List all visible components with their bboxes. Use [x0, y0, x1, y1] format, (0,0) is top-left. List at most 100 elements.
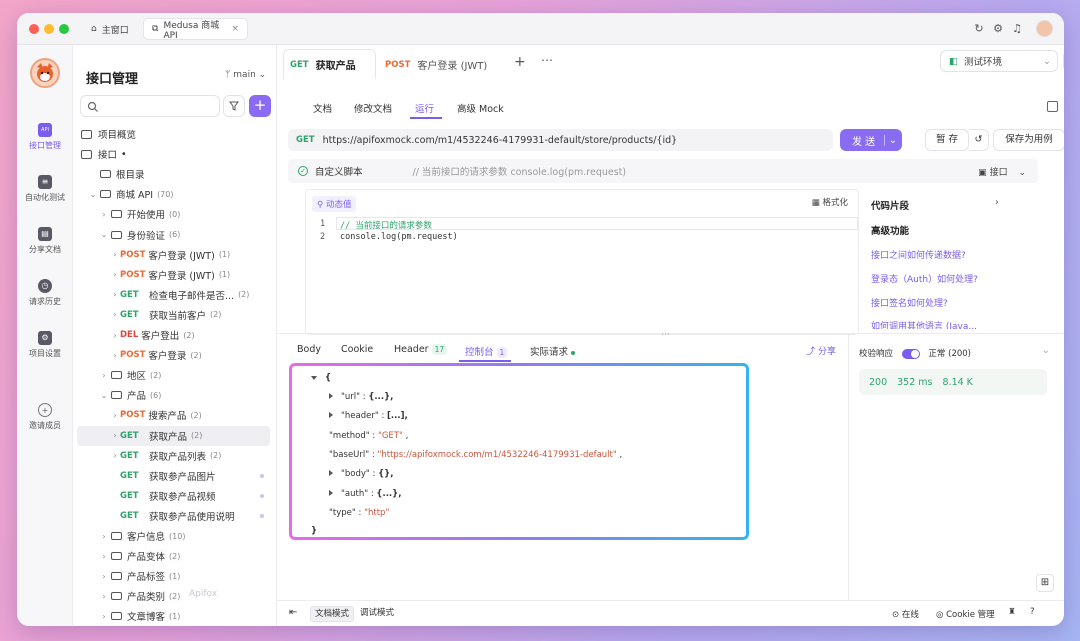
tree-api-item[interactable]: › GET 获取产品 (2) [77, 425, 270, 446]
tree-folder[interactable]: 根目录 [77, 164, 270, 184]
interface-scope[interactable]: ▣ 接口 ⌄ [978, 165, 1026, 178]
filter-button[interactable] [223, 95, 245, 117]
send-dropdown-icon[interactable]: ⌄ [883, 134, 897, 146]
tab-main-window[interactable]: ⌂ 主窗口 [83, 18, 137, 40]
json-node[interactable]: "url" : {...}, [329, 392, 393, 402]
tree-item[interactable]: 项目概览 [77, 124, 270, 144]
tab-run[interactable]: 运行 [415, 101, 434, 115]
doc-mode-button[interactable]: 文档模式 [310, 606, 355, 622]
tab-edit-docs[interactable]: 修改文档 [354, 101, 392, 115]
more-tabs-icon[interactable]: ⋯ [541, 53, 553, 67]
debug-mode-button[interactable]: 调试模式 [356, 606, 398, 622]
custom-script-header[interactable]: ✓ 自定义脚本 // 当前接口的请求参数 console.log(pm.requ… [288, 159, 1038, 183]
chevron-down-icon[interactable]: ⌄ [99, 391, 109, 400]
menu-icon[interactable]: ≡ [1063, 50, 1064, 72]
tree-folder[interactable]: ⌄ 身份验证 (6) [77, 225, 270, 245]
rail-item-automation[interactable]: ≡ 自动化测试 [17, 175, 73, 203]
rail-item-share-doc[interactable]: ▤ 分享文档 [17, 227, 73, 255]
tab-body[interactable]: Body [297, 344, 321, 355]
add-button[interactable]: + [249, 95, 271, 117]
tree-folder[interactable]: › 开始使用 (0) [77, 204, 270, 224]
chevron-down-icon[interactable]: ⌄ [1042, 345, 1050, 356]
tab-docs[interactable]: 文档 [313, 101, 332, 115]
rail-item-history[interactable]: ◷ 请求历史 [17, 279, 73, 307]
chevron-right-icon[interactable]: › [99, 552, 109, 561]
share-button[interactable]: ⤴ 分享 [806, 344, 836, 357]
tree-folder[interactable]: ⌄ 产品 (6) [77, 385, 270, 405]
tree-folder[interactable]: › 文章博客 (1) [77, 606, 270, 626]
online-status[interactable]: ⊙ 在线 [892, 608, 919, 620]
chevron-right-icon[interactable]: › [99, 592, 109, 601]
tree-folder[interactable]: › 产品类别 (2) [77, 586, 270, 606]
close-tab-icon[interactable]: × [231, 24, 239, 34]
expand-icon[interactable] [329, 490, 333, 496]
save-as-case-button[interactable]: 保存为用例 [993, 129, 1064, 151]
collapse-sidebar-icon[interactable]: ⇤ [289, 607, 297, 618]
cookie-manager-button[interactable]: ◎ Cookie 管理 [936, 608, 995, 620]
tree-folder[interactable]: › 产品标签 (1) [77, 566, 270, 586]
tree-api-item[interactable]: GET 获取参产品使用说明 [77, 506, 270, 526]
collapse-icon[interactable] [311, 376, 317, 380]
tree-api-item[interactable]: › POST 客户登录 (2) [77, 345, 270, 365]
close-window-button[interactable] [29, 24, 39, 34]
chevron-right-icon[interactable]: › [99, 612, 109, 621]
chevron-right-icon[interactable]: › [110, 290, 120, 299]
chevron-down-icon[interactable]: ⌄ [88, 190, 98, 199]
layout-icon[interactable]: ⊞ [1036, 574, 1054, 592]
layout-toggle-icon[interactable] [1047, 101, 1058, 112]
json-node[interactable]: "auth" : {...}, [329, 489, 401, 499]
tab-actual-request[interactable]: 实际请求 [530, 344, 576, 358]
shirt-icon[interactable]: ♜ [1008, 607, 1016, 617]
chevron-right-icon[interactable]: › [110, 451, 120, 460]
tree-folder[interactable]: › 地区 (2) [77, 365, 270, 385]
chevron-right-icon[interactable]: › [99, 532, 109, 541]
tree-api-item[interactable]: › POST 客户登录 (JWT) (1) [77, 245, 270, 265]
chevron-right-icon[interactable]: › [99, 572, 109, 581]
refresh-icon[interactable]: ↻ [972, 22, 986, 36]
chevron-right-icon[interactable]: › [110, 310, 120, 319]
environment-select[interactable]: ◧ 测试环境 ⌄ [940, 50, 1058, 72]
chevron-right-icon[interactable]: › [99, 371, 109, 380]
rail-item-invite[interactable]: + 邀请成员 [17, 403, 73, 431]
send-button[interactable]: 发 送 ⌄ [840, 129, 902, 151]
chevron-right-icon[interactable]: › [110, 250, 120, 259]
gear-icon[interactable]: ⚙ [991, 22, 1005, 36]
chevron-right-icon[interactable]: › [110, 431, 120, 440]
tree-api-item[interactable]: › POST 搜索产品 (2) [77, 405, 270, 425]
expand-icon[interactable] [329, 393, 333, 399]
tree-folder[interactable]: › 产品变体 (2) [77, 546, 270, 566]
json-node[interactable]: "header" : [...], [329, 411, 408, 421]
tab-cookie[interactable]: Cookie [341, 344, 373, 355]
chevron-right-icon[interactable]: › [995, 197, 999, 208]
bell-icon[interactable]: ♫ [1010, 22, 1024, 36]
tree-api-item[interactable]: › GET 获取产品列表 (2) [77, 446, 270, 466]
dynamic-value-button[interactable]: ⚲ 动态值 [312, 196, 357, 212]
branch-selector[interactable]: ᛘ main ⌄ [225, 70, 266, 80]
tree-api-item[interactable]: › POST 客户登录 (JWT) (1) [77, 265, 270, 285]
help-link[interactable]: 如何调用其他语言 (Java... [871, 319, 977, 329]
search-input[interactable] [80, 95, 220, 117]
snippets-heading[interactable]: 代码片段 [871, 198, 909, 212]
tree-api-item[interactable]: › GET 检查电子邮件是否... (2) [77, 285, 270, 305]
request-tab-get-product[interactable]: GET 获取产品 [290, 57, 356, 73]
reset-icon[interactable]: ↺ [969, 129, 989, 151]
chevron-right-icon[interactable]: › [110, 351, 120, 360]
tree-folder[interactable]: ⌄ 商城 API (70) [77, 184, 270, 204]
rail-item-settings[interactable]: ⚙ 项目设置 [17, 331, 73, 359]
tab-advanced-mock[interactable]: 高级 Mock [457, 101, 504, 115]
chevron-right-icon[interactable]: › [110, 270, 120, 279]
maximize-window-button[interactable] [59, 24, 69, 34]
minimize-window-button[interactable] [44, 24, 54, 34]
tree-api-item[interactable]: GET 获取参产品图片 [77, 466, 270, 486]
code-editor[interactable]: ⚲ 动态值 ▦ 格式化 1 // 当前接口的请求参数 2 console.log… [305, 189, 859, 335]
json-node[interactable]: "body" : {}, [329, 469, 393, 479]
help-link[interactable]: 登录态（Auth）如何处理? [871, 272, 978, 285]
resize-handle[interactable]: ⋯ [661, 330, 670, 340]
tree-folder[interactable]: › 客户信息 (10) [77, 526, 270, 546]
chevron-down-icon[interactable]: ⌄ [99, 230, 109, 239]
validation-toggle[interactable] [901, 348, 920, 359]
add-tab-button[interactable]: + [514, 54, 526, 70]
chevron-right-icon[interactable]: › [110, 411, 120, 420]
save-draft-button[interactable]: 暂 存 [925, 129, 969, 151]
help-icon[interactable]: ? [1030, 607, 1035, 617]
